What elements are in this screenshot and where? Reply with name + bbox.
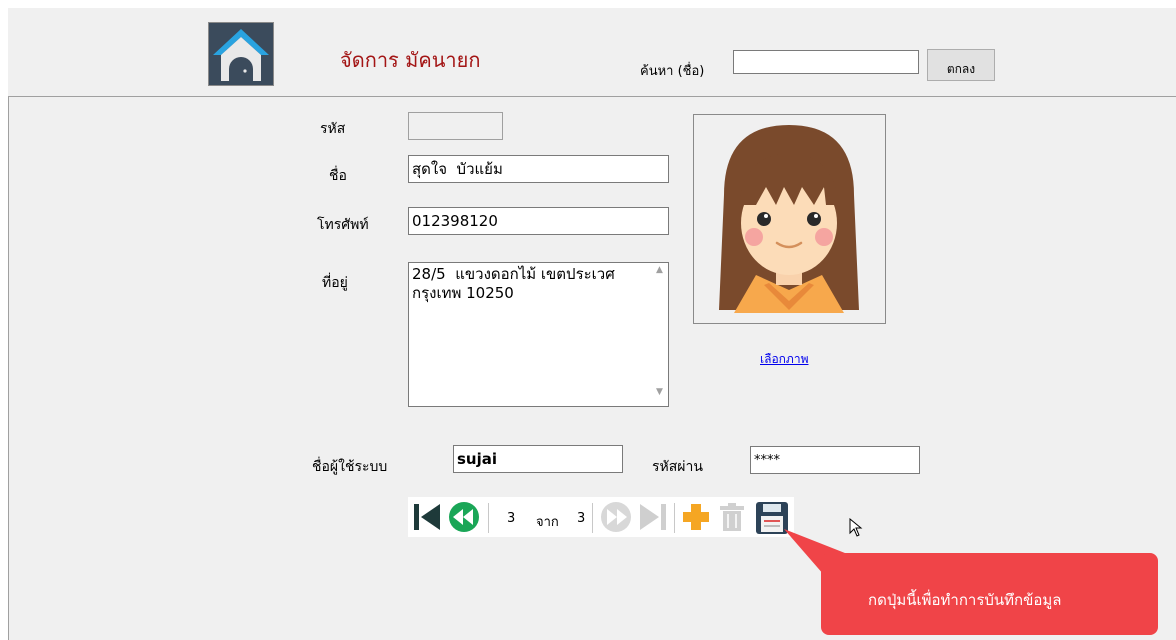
delete-record-button[interactable] [716, 501, 748, 537]
add-icon [683, 504, 709, 530]
current-record: 3 [507, 511, 516, 526]
phone-field[interactable] [408, 207, 669, 235]
search-label: ค้นหา (ชื่อ) [640, 64, 705, 79]
delete-icon [720, 503, 744, 531]
first-record-icon [414, 504, 440, 530]
previous-record-icon [449, 502, 479, 532]
nav-separator [674, 503, 675, 533]
username-field[interactable] [453, 445, 623, 473]
nav-separator [592, 503, 593, 533]
callout-text: กดปุ่มนี้เพื่อทำการบันทึกข้อมูล [868, 591, 1062, 609]
of-label: จาก [536, 515, 559, 530]
nav-separator [488, 503, 489, 533]
password-label: รหัสผ่าน [652, 459, 703, 475]
next-record-button[interactable] [598, 501, 634, 537]
mouse-cursor-icon [849, 517, 863, 537]
next-record-icon [601, 502, 631, 532]
page-title: จัดการ มัคนายก [340, 48, 481, 72]
address-label: ที่อยู่ [322, 275, 348, 291]
scroll-down-icon[interactable]: ▼ [651, 387, 668, 397]
username-label: ชื่อผู้ใช้ระบบ [312, 459, 388, 475]
name-field[interactable] [408, 155, 669, 183]
avatar [694, 115, 885, 323]
id-field[interactable] [408, 112, 503, 140]
search-input[interactable] [733, 50, 919, 74]
search-button-label: ตกลง [946, 62, 976, 76]
previous-record-button[interactable] [446, 501, 482, 537]
phone-label: โทรศัพท์ [317, 217, 369, 233]
address-scrollbar[interactable]: ▲ ▼ [651, 263, 668, 406]
name-label: ชื่อ [329, 168, 347, 184]
record-navigator: 3 จาก 3 [408, 497, 794, 537]
last-record-icon [640, 504, 666, 530]
first-record-button[interactable] [412, 501, 442, 537]
home-button[interactable] [208, 22, 274, 86]
total-records: 3 [577, 511, 586, 526]
search-button[interactable]: ตกลง [927, 49, 995, 81]
address-field[interactable]: 28/5 แขวงดอกไม้ เขตประเวศ กรุงเทพ 10250 [408, 262, 669, 407]
password-field[interactable] [750, 446, 920, 474]
home-icon [209, 23, 273, 85]
mouse-cursor [849, 517, 863, 542]
choose-image-link[interactable]: เลือกภาพ [760, 350, 809, 369]
id-label: รหัส [320, 121, 346, 137]
profile-photo [693, 114, 886, 324]
last-record-button[interactable] [638, 501, 668, 537]
scroll-up-icon[interactable]: ▲ [651, 265, 668, 275]
header-panel [8, 8, 1176, 97]
add-record-button[interactable] [680, 501, 712, 537]
